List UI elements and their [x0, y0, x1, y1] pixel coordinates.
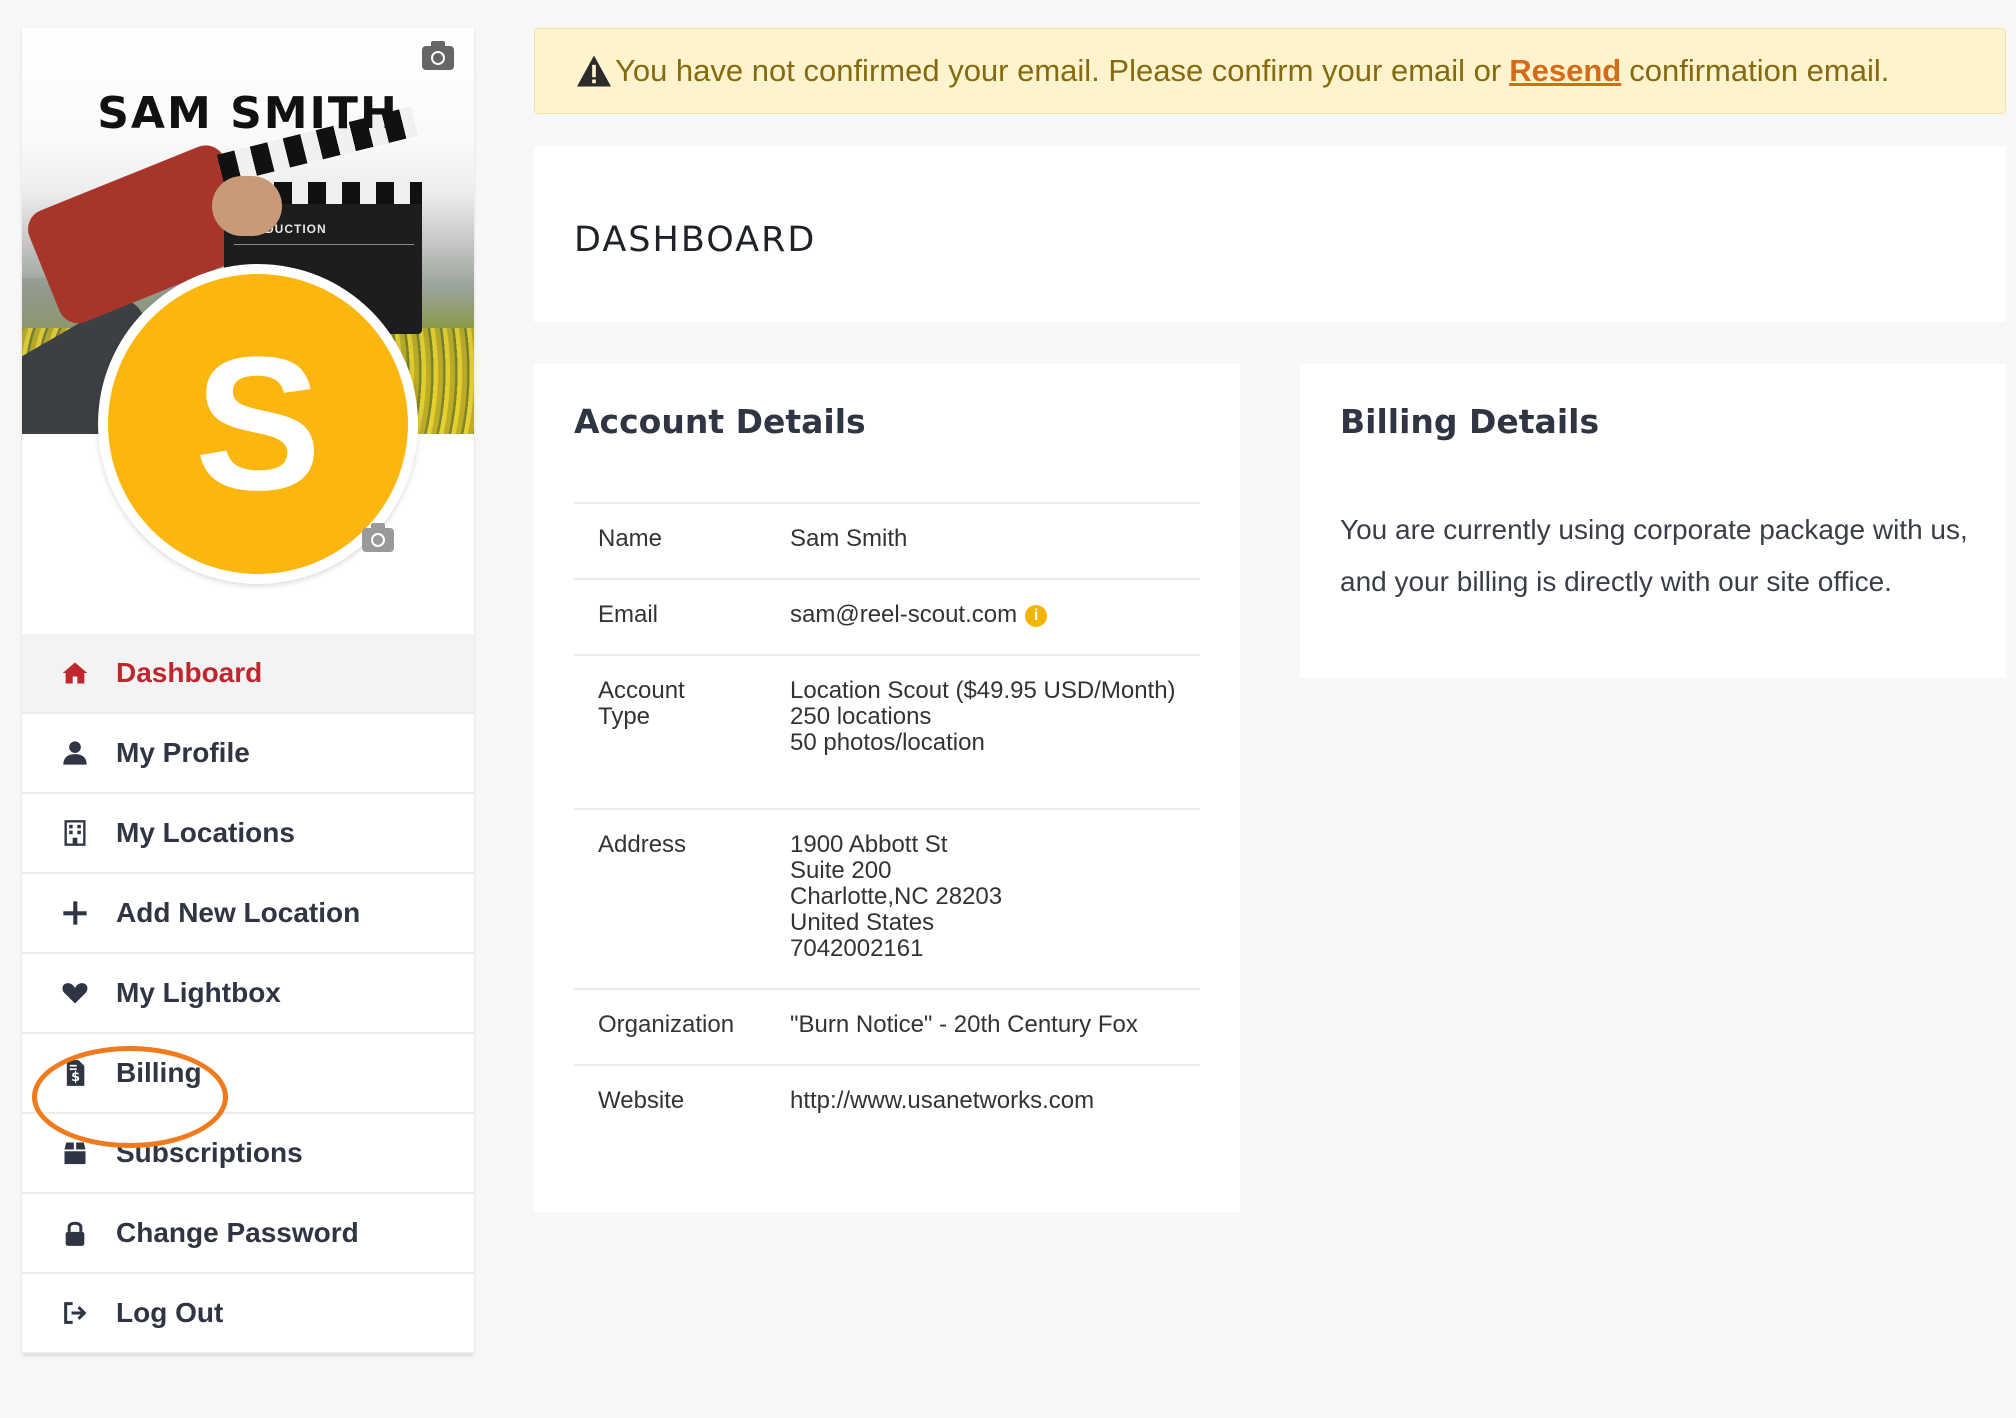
row-label: Name: [598, 525, 663, 552]
building-icon: [60, 818, 90, 848]
alert-text: You have not confirmed your email. Pleas…: [615, 53, 1502, 88]
sidebar-item-label: Add New Location: [116, 897, 361, 928]
billing-details-card: Billing Details You are currently using …: [1300, 364, 2006, 678]
row-value: Sam Smith: [790, 525, 908, 552]
row-label: Organization: [598, 1011, 735, 1038]
page-title: DASHBOARD: [574, 220, 817, 260]
change-cover-camera-icon[interactable]: [422, 41, 454, 70]
account-details-card: Account Details Name Sam Smith Email sam…: [534, 364, 1240, 1212]
box-icon: [60, 1138, 90, 1168]
sidebar-item-my-profile[interactable]: My Profile: [22, 714, 474, 794]
profile-sidebar: PRODUCTION SAM SMITH S Dashboard My Prof…: [22, 28, 474, 1354]
plus-icon: [60, 898, 90, 928]
sidebar-item-change-password[interactable]: Change Password: [22, 1194, 474, 1274]
row-value: http://www.usanetworks.com: [766, 1064, 1200, 1141]
sidebar-item-label: My Lightbox: [116, 977, 281, 1008]
billing-details-title: Billing Details: [1340, 402, 1600, 441]
table-row: Account Type Location Scout ($49.95 USD/…: [574, 655, 1200, 809]
sidebar-item-label: Log Out: [116, 1297, 224, 1328]
sidebar-item-label: Dashboard: [116, 657, 263, 688]
sidebar-item-label: Subscriptions: [116, 1137, 303, 1168]
table-row: Email sam@reel-scout.com i: [574, 579, 1200, 655]
logout-icon: [60, 1298, 90, 1328]
lock-icon: [60, 1218, 90, 1248]
table-row: Name Sam Smith: [574, 503, 1200, 579]
row-label: Website: [574, 1064, 766, 1141]
warning-icon: [577, 55, 611, 87]
email-info-icon[interactable]: i: [1025, 604, 1048, 627]
svg-text:$: $: [71, 1070, 80, 1085]
sidebar-item-dashboard[interactable]: Dashboard: [22, 634, 474, 714]
dashboard-header: DASHBOARD: [534, 146, 2006, 322]
sidebar-item-label: Billing: [116, 1057, 202, 1088]
table-row: Organization "Burn Notice" - 20th Centur…: [574, 989, 1200, 1065]
sidebar-item-label: My Locations: [116, 817, 295, 848]
table-row: Website http://www.usanetworks.com: [574, 1064, 1200, 1141]
account-details-table: Name Sam Smith Email sam@reel-scout.com i…: [574, 502, 1200, 1141]
sidebar-item-my-lightbox[interactable]: My Lightbox: [22, 954, 474, 1034]
sidebar-item-add-new-location[interactable]: Add New Location: [22, 874, 474, 954]
sidebar-item-label: My Profile: [116, 737, 250, 768]
table-row: Address 1900 Abbott St Suite 200 Charlot…: [574, 809, 1200, 989]
sidebar-item-label: Change Password: [116, 1217, 359, 1248]
row-label: Address: [598, 831, 687, 858]
billing-description: You are currently using corporate packag…: [1340, 514, 1968, 597]
sidebar-menu: Dashboard My Profile My Locations Add Ne…: [22, 634, 474, 1354]
sidebar-item-subscriptions[interactable]: Subscriptions: [22, 1114, 474, 1194]
row-label: Account Type: [598, 677, 685, 730]
row-value: 1900 Abbott St Suite 200 Charlotte,NC 28…: [790, 831, 1003, 962]
row-label: Email: [598, 601, 659, 628]
change-avatar-camera-icon[interactable]: [362, 523, 394, 552]
user-icon: [60, 738, 90, 768]
row-value: Location Scout ($49.95 USD/Month) 250 lo…: [790, 677, 1176, 756]
row-value: sam@reel-scout.com: [790, 601, 1018, 628]
home-icon: [60, 658, 90, 688]
sidebar-item-my-locations[interactable]: My Locations: [22, 794, 474, 874]
email-confirmation-alert: You have not confirmed your email. Pleas…: [534, 28, 2006, 114]
sidebar-item-billing[interactable]: $ Billing: [22, 1034, 474, 1114]
invoice-icon: $: [60, 1058, 90, 1088]
row-value: "Burn Notice" - 20th Century Fox: [790, 1011, 1138, 1038]
user-name: SAM SMITH: [97, 88, 399, 139]
email-cell: sam@reel-scout.com i: [766, 579, 1200, 655]
sidebar-item-log-out[interactable]: Log Out: [22, 1274, 474, 1354]
alert-text-end: confirmation email.: [1629, 53, 1890, 88]
account-details-title: Account Details: [574, 402, 866, 441]
resend-link[interactable]: Resend: [1509, 53, 1621, 89]
heart-icon: [60, 978, 90, 1008]
